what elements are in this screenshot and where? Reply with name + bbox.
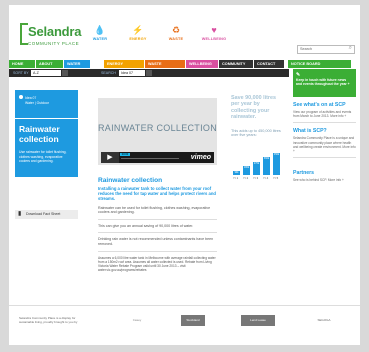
logo[interactable]: Selandra COMMUNITY PLACE [20,23,82,55]
article-paragraph-3: Drinking rain water is not recommended u… [98,237,214,246]
notice-column: ✎ Keep in touch with future news and eve… [293,69,356,182]
page: Selandra COMMUNITY PLACE 💧 WATER ⚡ ENERG… [9,5,360,345]
savings-bar-label: Yr 3 [253,176,259,180]
idea-search-dropdown-icon[interactable] [146,70,152,76]
nav-notice-board[interactable]: NOTICE BOARD [288,60,351,68]
waste-bin-icon: ♻ [171,25,181,35]
savings-headline: Save 90,000 litres per year by collectin… [231,95,276,121]
idea-search-select[interactable]: Idea 07 [119,70,145,76]
divider [293,122,356,124]
what-is-scp-text: Selandra Community Place is a unique and… [293,136,356,154]
divider [98,232,217,234]
search-placeholder: Search [300,47,313,51]
search-icon[interactable]: ⌕ [349,45,352,52]
savings-bar-label: Yr 2 [243,176,249,180]
logo-subtitle: COMMUNITY PLACE [28,41,80,46]
savings-bar-label: Yr 5 [273,176,279,180]
category-water[interactable]: 💧 WATER [87,25,113,41]
collection-description: Use rainwater for toilet flushing, cloth… [19,150,67,163]
category-water-label: WATER [92,37,108,41]
main-content: RAINWATER COLLECTION ▶ 00:00 vimeo Rainw… [98,98,217,272]
savings-chart: 90k 180k 270k 360k 450k [233,151,283,175]
savings-bar: 90k [233,170,240,175]
vimeo-logo[interactable]: vimeo [191,153,211,162]
nav-waste[interactable]: WASTE [145,60,185,68]
savings-subline: This adds up to 450,000 litres over five… [231,128,281,138]
category-waste-label: WASTE [168,37,184,41]
category-wellbeing-label: WELLBEING [201,37,227,41]
category-energy-label: ENERGY [129,37,147,41]
energy-bulb-icon: ⚡ [132,25,144,35]
partner-logo-casey[interactable]: Casey [127,315,147,326]
nav-home[interactable]: HOME [9,60,35,68]
location-line2: Water | Outdoor [25,101,49,105]
document-icon: ▮ [18,211,22,217]
video-time: 00:00 [120,153,130,156]
article-footnote: Assumes a 6,000 litre water tank in Melb… [98,255,216,273]
logo-title: Selandra [28,24,82,39]
nav-community[interactable]: COMMUNITY [219,60,253,68]
location-panel: Idea 07 Water | Outdoor [15,90,78,118]
category-energy[interactable]: ⚡ ENERGY [125,25,151,41]
wellbeing-heart-icon: ♥ [211,25,217,35]
partner-logo-lend-lease[interactable]: Lend Lease [241,315,275,326]
article-lead: Installing a rainwater tank to collect w… [98,186,216,202]
collection-panel: Rainwater collection Use rainwater for t… [15,119,78,177]
savings-bar: 360k [263,157,270,175]
article-heading: Rainwater collection [98,177,163,184]
savings-bar-label: Yr 4 [263,176,269,180]
sort-select[interactable]: A-Z [31,70,61,76]
article-paragraph-1: Rainwater can be used for toilet flushin… [98,205,211,215]
search-label: SEARCH [101,71,116,75]
download-fact-sheet-button[interactable]: ▮ Download Fact Sheet [15,210,78,219]
nav-wellbeing[interactable]: WELLBEING [186,60,218,68]
savings-bar-label: Yr 1 [233,176,239,180]
filter-bar: SORT BY A-Z SEARCH Idea 07 [9,69,289,77]
footer-text: Selandra Community Place is a display fo… [19,316,78,324]
nav-contact[interactable]: CONTACT [254,60,284,68]
notice-text: Keep in touch with future news and event… [296,77,350,87]
video-controls: ▶ 00:00 vimeo [101,152,214,163]
header: Selandra COMMUNITY PLACE 💧 WATER ⚡ ENERG… [9,5,360,57]
category-waste[interactable]: ♻ WASTE [163,25,189,41]
category-wellbeing[interactable]: ♥ WELLBEING [201,25,227,41]
divider [98,250,217,252]
savings-panel: Save 90,000 litres per year by collectin… [231,95,283,180]
play-icon[interactable]: ▶ [101,152,119,163]
savings-bar: 180k [243,166,250,175]
divider [293,157,356,159]
what-is-scp-heading[interactable]: What is SCP? [293,128,356,134]
download-label: Download Fact Sheet [26,212,61,216]
logo-mark-icon [20,23,28,45]
partner-logo-stockland[interactable]: Stockland [181,315,205,326]
search-input[interactable]: Search ⌕ [297,45,355,54]
savings-bar: 450k [273,153,280,175]
video-player[interactable]: RAINWATER COLLECTION ▶ 00:00 vimeo [98,98,217,165]
video-title: RAINWATER COLLECTION [98,123,218,133]
collection-title: Rainwater collection [19,124,60,144]
whats-on-text: View our program of activities and event… [293,110,352,119]
notice-panel[interactable]: ✎ Keep in touch with future news and eve… [293,69,356,97]
left-column: Idea 07 Water | Outdoor Rainwater collec… [15,90,78,177]
location-dot-icon [19,95,23,99]
sort-label: SORT BY [13,71,29,75]
savings-bar: 270k [253,161,260,175]
article-paragraph-2: This can give you an annual saving of 90… [98,223,194,228]
partners-heading[interactable]: Partners [293,170,356,176]
nav-energy[interactable]: ENERGY [104,60,144,68]
divider [98,218,217,220]
sort-dropdown-icon[interactable] [62,70,68,76]
location-line1: Idea 07 [25,96,37,100]
nav-water[interactable]: WATER [64,60,90,68]
video-progress-bar[interactable] [121,158,179,159]
main-nav: HOME ABOUT WATER ENERGY WASTE WELLBEING … [9,60,360,68]
partners-text: See who is behind SCP. More info + [293,178,344,183]
footer: Selandra Community Place is a display fo… [9,305,360,329]
partner-logo-segoga[interactable]: SEGOGA [307,315,341,326]
whats-on-heading[interactable]: See what's on at SCP [293,102,356,108]
water-drop-icon: 💧 [94,25,106,35]
nav-about[interactable]: ABOUT [35,60,63,68]
